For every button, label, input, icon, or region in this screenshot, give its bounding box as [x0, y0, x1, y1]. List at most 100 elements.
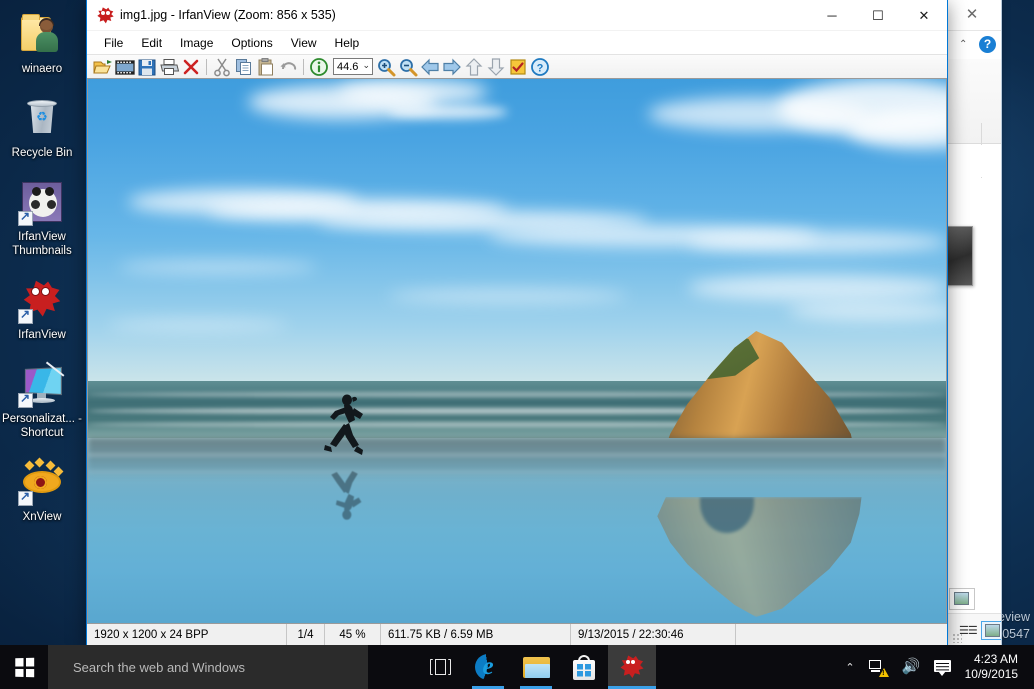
help-icon[interactable]: ? — [529, 56, 551, 78]
toolbar-separator — [299, 56, 308, 78]
status-extra — [736, 624, 947, 646]
background-window-content[interactable] — [947, 178, 1001, 613]
thumbnail-view-icon[interactable] — [981, 621, 1002, 640]
file-thumbnail[interactable] — [946, 226, 973, 286]
status-file-size: 611.75 KB / 6.59 MB — [381, 624, 571, 646]
desktop-icon-label: Recycle Bin — [0, 146, 84, 160]
zoom-value: 44.6 — [334, 61, 358, 73]
irfanview-icon — [18, 276, 66, 324]
first-icon[interactable] — [463, 56, 485, 78]
menu-item-options[interactable]: Options — [222, 33, 281, 53]
photo-runner-silhouette — [316, 391, 374, 459]
background-window-titlebar: ✕ — [947, 0, 1001, 31]
photo-runner-reflection — [316, 461, 374, 523]
action-center-icon — [934, 659, 952, 675]
background-window[interactable]: ✕ ⌃ ? on ☰☰ — [946, 0, 1002, 648]
chevron-up-icon: ⌃ — [845, 661, 854, 674]
background-window-statusbar: ☰☰ — [947, 613, 1001, 647]
desktop-icon-recycle-bin[interactable]: ♻ Recycle Bin — [0, 90, 84, 160]
desktop-icon-winaero[interactable]: winaero — [0, 6, 84, 76]
zoom-in-icon[interactable] — [375, 56, 397, 78]
image-canvas[interactable] — [87, 79, 947, 623]
search-input[interactable]: Search the web and Windows — [48, 645, 368, 689]
task-view-icon — [430, 659, 451, 675]
zoom-combobox[interactable]: 44.6 ⌄ — [333, 58, 373, 75]
store-icon — [573, 655, 595, 680]
status-bar: 1920 x 1200 x 24 BPP 1/4 45 % 611.75 KB … — [87, 623, 947, 645]
menu-item-help[interactable]: Help — [326, 33, 369, 53]
menu-item-image[interactable]: Image — [171, 33, 222, 53]
irfanview-window[interactable]: img1.jpg - IrfanView (Zoom: 856 x 535) ─… — [86, 0, 948, 646]
menu-item-edit[interactable]: Edit — [132, 33, 171, 53]
folder-user-icon — [18, 10, 66, 58]
taskbar-item-store[interactable] — [560, 645, 608, 689]
desktop-icon-list: winaero ♻ Recycle Bin IrfanView Thumbnai… — [0, 6, 84, 534]
start-button[interactable] — [0, 645, 48, 689]
xnview-eye-icon — [18, 458, 66, 506]
taskbar: Search the web and Windows e ⌃ — [0, 645, 1034, 689]
windows-logo-icon — [15, 657, 34, 676]
irfanview-app-icon — [97, 7, 114, 24]
menu-item-file[interactable]: File — [95, 33, 132, 53]
tray-expand-button[interactable]: ⌃ — [838, 645, 861, 689]
tray-action-center-button[interactable] — [927, 645, 959, 689]
clock-time: 4:23 AM — [965, 652, 1018, 667]
paste-icon[interactable] — [255, 56, 277, 78]
file-explorer-icon — [523, 657, 550, 678]
slideshow-icon[interactable] — [114, 56, 136, 78]
taskbar-item-irfanview[interactable] — [608, 645, 656, 689]
shortcut-arrow-icon — [18, 211, 33, 226]
print-icon[interactable] — [158, 56, 180, 78]
close-button[interactable]: ✕ — [901, 0, 947, 31]
toolbar: 44.6 ⌄ — [87, 54, 947, 79]
checkbox-icon[interactable] — [507, 56, 529, 78]
maximize-button[interactable]: ☐ — [855, 0, 901, 31]
status-index: 1/4 — [287, 624, 325, 646]
status-date: 9/13/2015 / 22:30:46 — [571, 624, 736, 646]
shortcut-arrow-icon — [18, 309, 33, 324]
help-icon[interactable]: ? — [979, 36, 996, 53]
task-view-button[interactable] — [416, 645, 464, 689]
last-icon[interactable] — [485, 56, 507, 78]
previous-icon[interactable] — [419, 56, 441, 78]
desktop-icon-label: XnView — [0, 510, 84, 524]
status-dimensions: 1920 x 1200 x 24 BPP — [87, 624, 287, 646]
irfanview-taskbar-icon — [620, 655, 644, 679]
desktop-icon-personalization[interactable]: Personalizat... - Shortcut — [0, 356, 84, 440]
close-icon[interactable]: ✕ — [961, 6, 983, 24]
zoom-out-icon[interactable] — [397, 56, 419, 78]
open-icon[interactable] — [92, 56, 114, 78]
chevron-up-icon[interactable]: ⌃ — [959, 39, 967, 50]
clock-date: 10/9/2015 — [965, 667, 1018, 682]
background-window-ribbon-controls: ⌃ ? — [947, 31, 1001, 59]
desktop-icon-irfanview[interactable]: IrfanView — [0, 272, 84, 342]
background-window-ribbon: on — [947, 59, 1001, 144]
network-warning-icon — [869, 659, 888, 675]
irfanview-titlebar[interactable]: img1.jpg - IrfanView (Zoom: 856 x 535) ─… — [87, 0, 947, 31]
recycle-bin-icon: ♻ — [18, 94, 66, 142]
desktop-icon-irfanview-thumbnails[interactable]: IrfanView Thumbnails — [0, 174, 84, 258]
save-icon[interactable] — [136, 56, 158, 78]
shortcut-arrow-icon — [18, 393, 33, 408]
tray-network-button[interactable] — [862, 645, 895, 689]
copy-icon[interactable] — [233, 56, 255, 78]
cut-icon[interactable] — [211, 56, 233, 78]
info-icon[interactable] — [308, 56, 330, 78]
menu-item-view[interactable]: View — [282, 33, 326, 53]
next-icon[interactable] — [441, 56, 463, 78]
tray-volume-button[interactable]: 🔊 — [895, 645, 927, 689]
chevron-down-icon[interactable]: ⌄ — [362, 60, 370, 71]
desktop-icon-label: IrfanView Thumbnails — [0, 230, 84, 258]
taskbar-item-edge[interactable]: e — [464, 645, 512, 689]
desktop-icon-label: Personalizat... - Shortcut — [0, 412, 84, 440]
undo-icon[interactable] — [277, 56, 299, 78]
taskbar-item-file-explorer[interactable] — [512, 645, 560, 689]
clock[interactable]: 4:23 AM 10/9/2015 — [959, 652, 1028, 682]
resize-grip[interactable] — [953, 634, 962, 643]
background-window-address-row — [947, 145, 1001, 177]
delete-icon[interactable] — [180, 56, 202, 78]
desktop-icon-xnview[interactable]: XnView — [0, 454, 84, 524]
edge-glyph: e — [475, 654, 501, 680]
minimize-button[interactable]: ─ — [809, 0, 855, 31]
search-placeholder: Search the web and Windows — [73, 660, 245, 675]
